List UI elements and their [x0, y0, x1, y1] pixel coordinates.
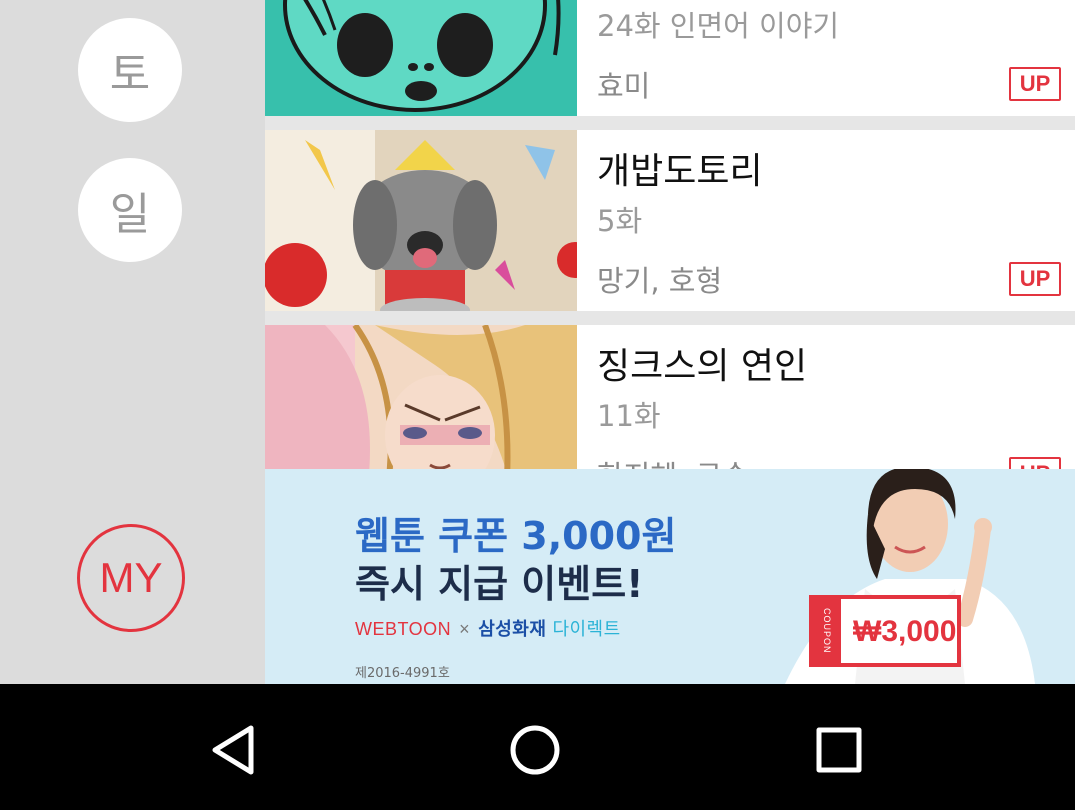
day-sidebar: 토 일 MY — [0, 0, 265, 684]
episode-label: 11화 — [597, 399, 661, 433]
home-circle-icon[interactable] — [505, 720, 565, 780]
banner-headline: 웹툰 쿠폰 3,000원 — [355, 514, 677, 558]
ad-banner[interactable]: 웹툰 쿠폰 3,000원 즉시 지급 이벤트! WEBTOON × 삼성화재 다이렉트… — [265, 469, 1075, 684]
webtoon-title: 징크스의 연인 — [597, 346, 808, 387]
day-label: 토 — [109, 49, 151, 100]
banner-registration: 제2016-4991호 — [355, 666, 450, 681]
collab-symbol: × — [459, 619, 471, 639]
list-item[interactable]: 개밥도토리 5화 망기, 호형 UP — [265, 130, 1075, 311]
thumbnail — [265, 0, 577, 116]
thumbnail — [265, 130, 577, 311]
back-triangle-icon[interactable] — [205, 720, 265, 780]
up-badge: UP — [1009, 67, 1061, 101]
episode-label: 24화 인면어 이야기 — [597, 9, 840, 43]
banner-partners: WEBTOON × 삼성화재 다이렉트 — [355, 615, 621, 641]
coupon-side-label: COUPON — [813, 599, 841, 663]
recents-square-icon[interactable] — [809, 720, 869, 780]
thumbnail — [265, 325, 577, 469]
episode-label: 5화 — [597, 204, 643, 238]
day-label: 일 — [109, 189, 151, 240]
up-badge: UP — [1009, 262, 1061, 296]
day-button-sunday[interactable]: 일 — [78, 158, 182, 262]
my-label: MY — [99, 554, 163, 601]
author-label: 망기, 호형 — [597, 264, 723, 298]
webtoon-list[interactable]: 24화 인면어 이야기 효미 UP 개밥도토리 5화 망기, 호형 UP 징크스… — [265, 0, 1075, 469]
webtoon-title: 개밥도토리 — [597, 151, 763, 192]
webtoon-logo: WEBTOON — [355, 619, 452, 639]
my-button[interactable]: MY — [77, 524, 185, 632]
partner-logo: 삼성화재 — [478, 619, 547, 639]
system-navigation-bar — [0, 684, 1075, 810]
coupon-amount: ₩3,000 — [853, 615, 957, 648]
banner-subheadline: 즉시 지급 이벤트! — [355, 562, 644, 606]
list-item[interactable]: 24화 인면어 이야기 효미 UP — [265, 0, 1075, 116]
coupon-ticket: COUPON ₩3,000 — [809, 595, 961, 667]
author-label: 한지혜, 구숙 — [597, 453, 749, 469]
partner-sub-logo: 다이렉트 — [552, 619, 621, 639]
up-badge: UP — [1009, 457, 1061, 469]
author-label: 효미 — [597, 69, 651, 103]
day-button-saturday[interactable]: 토 — [78, 18, 182, 122]
list-item[interactable]: 징크스의 연인 11화 한지혜, 구숙 UP — [265, 325, 1075, 469]
